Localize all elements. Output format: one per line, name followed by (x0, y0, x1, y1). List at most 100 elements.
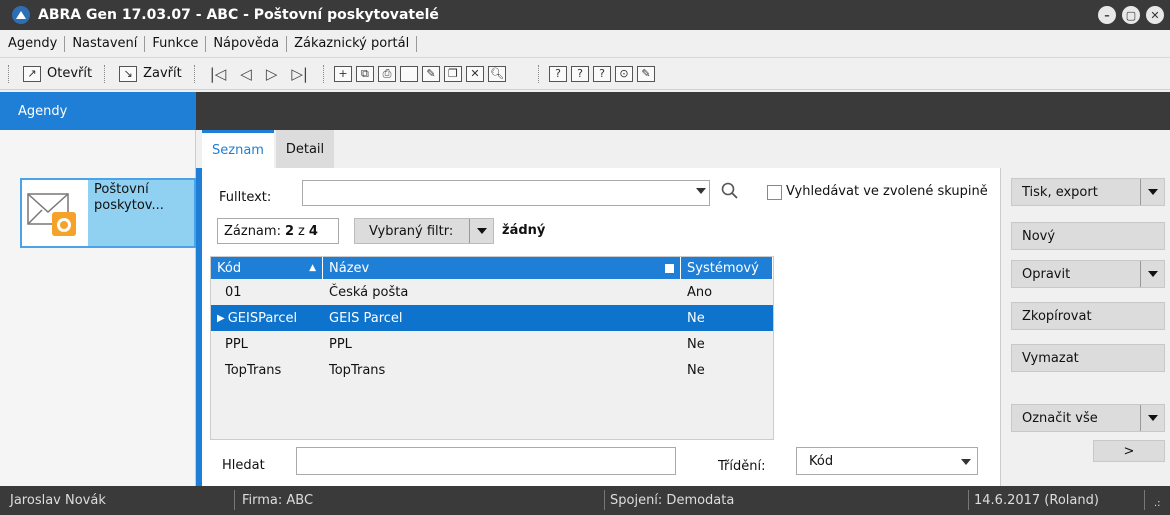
oznacit-vse-label: Označit vše (1022, 410, 1098, 426)
trideni-select[interactable]: Kód (796, 447, 978, 475)
zkopirovat-button[interactable]: Zkopírovat (1011, 302, 1165, 330)
edit-icon[interactable]: ✎ (421, 65, 440, 82)
grid-header: Kód ▲ Název Systémový (211, 257, 773, 279)
chevron-down-icon (1147, 271, 1158, 277)
blank-page-icon[interactable] (399, 65, 418, 82)
record-counter-label: Záznam: (224, 223, 281, 239)
oznacit-vse-button[interactable]: Označit vše (1011, 404, 1165, 432)
cell-nazev: Česká pošta (329, 284, 409, 300)
minimize-icon[interactable]: – (1098, 6, 1116, 24)
cell-kod: TopTrans (225, 362, 282, 378)
copy-document-icon[interactable]: ⧉ (355, 65, 374, 82)
column-header-kod[interactable]: Kód ▲ (211, 257, 323, 279)
close-agenda-label: Zavřít (143, 66, 182, 81)
chevron-down-icon (1147, 415, 1158, 421)
print-icon[interactable]: ⎙ (377, 65, 396, 82)
maximize-icon[interactable]: ▢ (1122, 6, 1140, 24)
column-header-systemovy[interactable]: Systémový (681, 257, 773, 279)
search-in-group-checkbox[interactable] (767, 185, 782, 200)
next-record-icon[interactable]: ▷ (266, 65, 278, 83)
new-document-icon[interactable]: + (333, 65, 352, 82)
context-help-icon[interactable]: ? (570, 65, 589, 82)
tab-seznam[interactable]: Seznam (202, 130, 274, 168)
fulltext-input[interactable] (302, 180, 710, 206)
delete-icon[interactable]: ✕ (465, 65, 484, 82)
toolbar-separator (104, 64, 106, 83)
menu-napoveda[interactable]: Nápověda (206, 35, 288, 52)
filter-dropdown[interactable] (469, 219, 493, 243)
envelope-icon (22, 180, 88, 246)
vymazat-button[interactable]: Vymazat (1011, 344, 1165, 372)
help-edit-icon[interactable]: ✎ (636, 65, 655, 82)
close-icon[interactable]: ✕ (1146, 6, 1164, 24)
chevron-down-icon[interactable] (961, 459, 971, 465)
record-total: 4 (308, 223, 318, 239)
close-agenda-icon: ↘ (119, 65, 138, 82)
status-firma: Firma: ABC (242, 493, 314, 508)
open-label: Otevřít (47, 66, 93, 81)
oznacit-vse-dropdown[interactable] (1140, 405, 1164, 431)
status-separator (234, 490, 235, 510)
table-row[interactable]: TopTrans TopTrans Ne (211, 357, 773, 383)
opravit-dropdown[interactable] (1140, 261, 1164, 287)
first-record-icon[interactable]: |◁ (210, 65, 227, 83)
toolbar-separator (537, 64, 539, 83)
table-row[interactable]: PPL PPL Ne (211, 331, 773, 357)
hledat-input[interactable] (296, 447, 676, 475)
duplicate-icon[interactable]: ❐ (443, 65, 462, 82)
novy-label: Nový (1022, 228, 1056, 244)
status-separator (604, 490, 605, 510)
status-separator (968, 490, 969, 510)
open-icon: ↗ (23, 65, 41, 82)
preview-icon[interactable]: 🔍︎ (487, 65, 506, 82)
support-icon[interactable]: ⊙ (614, 65, 633, 82)
cell-kod-wrap: ▶ GEISParcel (211, 311, 323, 326)
table-row-selected[interactable]: ▶ GEISParcel GEIS Parcel Ne (211, 305, 773, 331)
vymazat-label: Vymazat (1022, 350, 1079, 366)
data-grid: Kód ▲ Název Systémový 01 Česká pošta Ano… (210, 256, 774, 440)
table-row[interactable]: 01 Česká pošta Ano (211, 279, 773, 305)
status-separator (1144, 490, 1145, 510)
opravit-button[interactable]: Opravit (1011, 260, 1165, 288)
window-title: ABRA Gen 17.03.07 - ABC - Poštovní posky… (38, 7, 439, 23)
open-button[interactable]: ↗ Otevřít (17, 65, 96, 82)
sort-asc-icon: ▲ (309, 263, 316, 273)
filter-button[interactable]: Vybraný filtr: (354, 218, 494, 244)
status-user: Jaroslav Novák (10, 493, 106, 508)
record-current: 2 (284, 223, 294, 239)
fulltext-label: Fulltext: (219, 190, 272, 205)
chevron-down-icon[interactable] (696, 188, 706, 194)
resize-grip-icon[interactable]: .: (1154, 498, 1161, 509)
cell-systemovy: Ano (687, 284, 713, 300)
filter-column-icon[interactable] (665, 263, 674, 273)
zkopirovat-label: Zkopírovat (1022, 308, 1092, 324)
menu-zakaznicky-portal[interactable]: Zákaznický portál (287, 35, 418, 52)
last-record-icon[interactable]: ▷| (291, 65, 308, 83)
tisk-export-dropdown[interactable] (1140, 179, 1164, 205)
previous-record-icon[interactable]: ◁ (240, 65, 252, 83)
tisk-export-button[interactable]: Tisk, export (1011, 178, 1165, 206)
tab-strip (196, 92, 1170, 130)
cell-kod: GEISParcel (227, 310, 298, 326)
tab-detail[interactable]: Detail (276, 130, 334, 168)
more-actions-button[interactable]: > (1093, 440, 1165, 462)
app-window: ABRA Gen 17.03.07 - ABC - Poštovní posky… (0, 0, 1170, 515)
search-icon[interactable] (721, 182, 739, 204)
agenda-tile-postovni[interactable]: Poštovní poskytov... (20, 178, 196, 248)
help-icon[interactable]: ? (548, 65, 567, 82)
menu-nastaveni[interactable]: Nastavení (65, 35, 146, 52)
column-header-nazev[interactable]: Název (323, 257, 681, 279)
column-header-kod-label: Kód (217, 260, 242, 276)
cell-systemovy: Ne (687, 310, 705, 326)
menu-bar: Agendy Nastavení Funkce Nápověda Zákazni… (0, 30, 1170, 58)
menu-agendy[interactable]: Agendy (0, 35, 66, 52)
trideni-value: Kód (809, 453, 834, 469)
cell-nazev: GEIS Parcel (329, 310, 403, 326)
novy-button[interactable]: Nový (1011, 222, 1165, 250)
toolbar-separator (322, 64, 324, 83)
status-date: 14.6.2017 (Roland) (974, 493, 1099, 508)
help-book-icon[interactable]: ? (592, 65, 611, 82)
cell-nazev: TopTrans (329, 362, 386, 378)
close-agenda-button[interactable]: ↘ Zavřít (113, 65, 186, 82)
menu-funkce[interactable]: Funkce (145, 35, 207, 52)
